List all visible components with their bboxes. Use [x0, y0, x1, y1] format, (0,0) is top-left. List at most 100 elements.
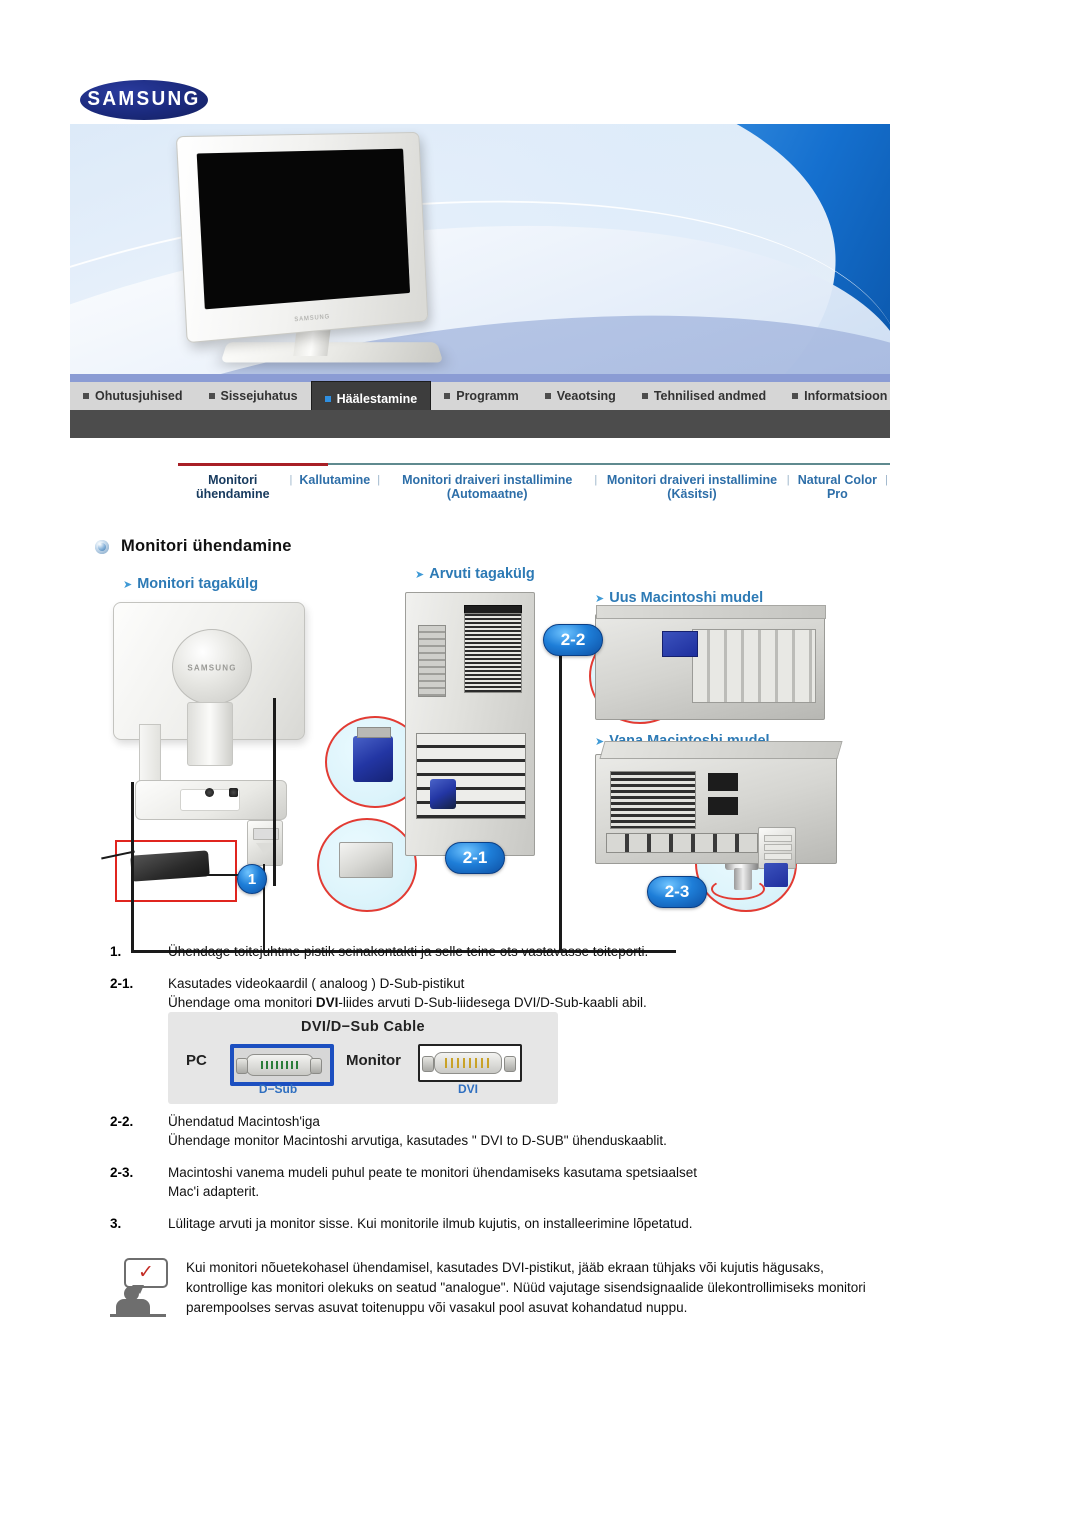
old-mac-bay-2 — [708, 797, 738, 815]
step-line: Ühendatud Macintosh'iga — [168, 1114, 320, 1129]
connection-diagram: ➤ Monitori tagakülg ➤ Arvuti tagakülg ➤ … — [95, 566, 895, 953]
old-mac-vga-connector — [764, 863, 788, 887]
step-2-3: 2-3. Macintoshi vanema mudeli puhul peat… — [110, 1163, 890, 1201]
nav-tab-ohutusjuhised[interactable]: Ohutusjuhised — [70, 382, 196, 410]
power-adapter — [130, 850, 210, 882]
nav-tab-label: Sissejuhatus — [220, 389, 298, 403]
dvi-connector-shell — [434, 1052, 502, 1074]
diagram-label-monitor-back: ➤ Monitori tagakülg — [123, 576, 258, 592]
dsub-label: D−Sub — [258, 1082, 298, 1096]
nav-tab-label: Informatsioon — [804, 389, 888, 403]
diagram-label-new-mac: ➤ Uus Macintoshi mudel — [595, 590, 763, 606]
subnav-item-kallutamine[interactable]: Kallutamine — [294, 473, 375, 487]
step-badge-2-1: 2-1 — [445, 842, 505, 874]
nav-tab-programm[interactable]: Programm — [431, 382, 532, 410]
new-mac-slots — [692, 629, 816, 703]
nav-dark-band — [70, 410, 890, 438]
nav-tab-informatsioon[interactable]: Informatsioon — [779, 382, 900, 410]
dvi-plug — [247, 820, 283, 866]
dsub-connector-box — [230, 1044, 334, 1086]
subnav-separator: | — [885, 474, 888, 486]
bullet-square-icon — [792, 393, 799, 399]
new-mac-video-card — [662, 631, 698, 657]
adapter-switch-2 — [764, 844, 792, 851]
adapter-switch-3 — [764, 853, 792, 860]
manual-page: SAMSUNG SAMSUNG Ohutusjuhised Sissejuhat… — [0, 0, 1080, 1527]
nav-tab-veaotsing[interactable]: Veaotsing — [532, 382, 629, 410]
dvi-connector-zoom — [339, 842, 393, 878]
step-2-1: 2-1. Kasutades videokaardil ( analoog ) … — [110, 974, 890, 1012]
diagram-label-text: Arvuti tagakülg — [429, 566, 535, 582]
step-line: Ühendage monitor Macintoshi arvutiga, ka… — [168, 1133, 667, 1148]
new-mac-illustration — [595, 605, 826, 720]
old-mac-top — [599, 741, 843, 759]
step-line: Ühendage oma monitori DVI-liides arvuti … — [168, 995, 647, 1010]
old-mac-illustration — [595, 741, 843, 887]
adapter-switch-1 — [764, 835, 792, 842]
nav-tab-label: Veaotsing — [556, 389, 616, 403]
new-mac-top — [596, 605, 826, 619]
monitor-dvi-jack — [229, 788, 238, 797]
step-line: Lülitage arvuti ja monitor sisse. Kui mo… — [168, 1216, 693, 1231]
nav-tab-tehnilised-andmed[interactable]: Tehnilised andmed — [629, 382, 779, 410]
step-number: 3. — [110, 1216, 122, 1231]
dsub-connector-shell — [246, 1054, 314, 1076]
pc-vga-cable — [131, 782, 134, 952]
cable-figure-title: DVI/D−Sub Cable — [300, 1019, 426, 1035]
monitor-back-hub: SAMSUNG — [172, 629, 252, 705]
subnav-item-draiver-kasitsi[interactable]: Monitori draiveri installimine (Käsitsi) — [599, 473, 785, 501]
main-navigation: Ohutusjuhised Sissejuhatus Häälestamine … — [70, 381, 890, 417]
monitor-stand-arm — [139, 724, 161, 788]
desk-line-icon — [110, 1314, 166, 1317]
dvi-label: DVI — [457, 1082, 478, 1096]
step-1: 1. Ühendage toitejuhtme pistik seinakont… — [110, 942, 890, 961]
subnav-item-natural-color-pro[interactable]: Natural Color Pro — [792, 473, 884, 501]
bullet-square-icon — [544, 393, 551, 399]
rotate-arrow-icon — [711, 878, 765, 900]
dvi-screw-left — [422, 1056, 434, 1072]
chevron-right-icon: ➤ — [123, 578, 133, 591]
dvi-pins — [445, 1058, 491, 1068]
step-2-2: 2-2. Ühendatud Macintosh'iga Ühendage mo… — [110, 1112, 890, 1150]
pc-vent — [464, 613, 522, 693]
monitor-back-illustration: SAMSUNG — [113, 602, 323, 842]
pc-vga-connector — [430, 779, 456, 809]
dvi-connector-box — [418, 1044, 522, 1082]
note-box: ✓ Kui monitori nõuetekohasel ühendamisel… — [110, 1258, 885, 1322]
samsung-logo: SAMSUNG — [80, 80, 208, 120]
pc-ports — [418, 625, 446, 697]
step-text: Ühendatud Macintosh'iga Ühendage monitor… — [168, 1112, 667, 1150]
samsung-logo-text: SAMSUNG — [87, 88, 201, 111]
dvi-plug-body — [256, 843, 274, 855]
step-text: Lülitage arvuti ja monitor sisse. Kui mo… — [168, 1214, 693, 1233]
subnav-item-monitori-uhendamine[interactable]: Monitori ühendamine — [178, 473, 288, 501]
monitor-back-brand: SAMSUNG — [187, 663, 237, 673]
old-mac-port-bar — [606, 833, 758, 853]
old-mac-bay-1 — [708, 773, 738, 791]
bullet-ring-icon — [95, 539, 109, 554]
nav-tab-label: Ohutusjuhised — [95, 389, 183, 403]
step-badge-2-2: 2-2 — [543, 624, 603, 656]
old-mac-vent — [610, 771, 696, 829]
chevron-right-icon: ➤ — [595, 592, 605, 605]
dvi-screw-right — [504, 1056, 516, 1072]
page-title: Monitori ühendamine — [95, 537, 292, 556]
subnav-separator: | — [594, 474, 598, 486]
sub-navigation-active-rule — [178, 463, 328, 466]
step-badge-2-3: 2-3 — [647, 876, 707, 908]
step-text: Ühendage toitejuhtme pistik seinakontakt… — [168, 942, 648, 961]
banner-artwork: SAMSUNG — [70, 124, 890, 374]
step-line: Ühendage toitejuhtme pistik seinakontakt… — [168, 944, 649, 959]
nav-tab-sissejuhatus[interactable]: Sissejuhatus — [196, 382, 311, 410]
subnav-item-draiver-automaatne[interactable]: Monitori draiveri installimine (Automaat… — [382, 473, 592, 501]
header-banner: SAMSUNG SAMSUNG — [70, 62, 890, 374]
step-line: Kasutades videokaardil ( analoog ) D-Sub… — [168, 976, 465, 991]
bullet-square-icon — [324, 396, 331, 402]
speech-bubble-icon: ✓ — [124, 1258, 168, 1294]
mac-vga-cable — [559, 656, 562, 952]
step-badge-1: 1 — [237, 864, 267, 894]
old-mac-cable — [273, 698, 276, 886]
nav-top-strip — [70, 374, 890, 382]
callout-dvi-connector — [317, 818, 417, 912]
step-number: 2-3. — [110, 1165, 134, 1180]
